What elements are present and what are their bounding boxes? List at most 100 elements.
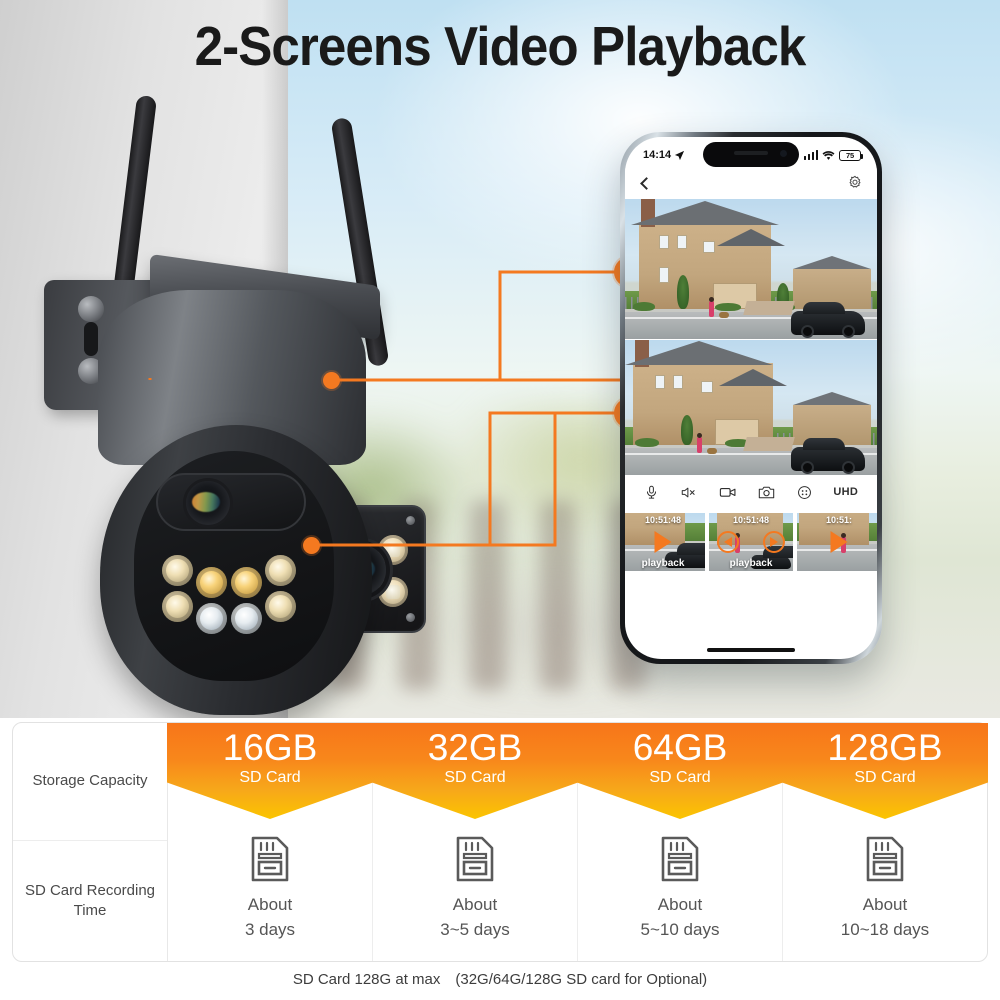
plate-screw-icon xyxy=(406,516,415,525)
lower-lens-housing xyxy=(156,473,306,531)
camera-snapshot-icon[interactable] xyxy=(758,485,775,500)
capacity-value: 16GB xyxy=(222,727,318,768)
capacity-banner: 16GB SD Card xyxy=(167,723,373,819)
upper-camera-feed[interactable] xyxy=(625,199,877,339)
resolution-dots-icon[interactable] xyxy=(797,485,812,500)
capacity-card-label: SD Card xyxy=(444,768,506,786)
table-footnote: SD Card 128G at max (32G/64G/128G SD car… xyxy=(292,971,708,988)
back-chevron-icon[interactable] xyxy=(640,176,653,190)
playback-thumbnail[interactable]: 10:51:48 playback xyxy=(625,513,705,571)
capacity-card-label: SD Card xyxy=(854,768,916,786)
row-label-storage-capacity: Storage Capacity xyxy=(13,723,167,841)
main-house xyxy=(625,340,787,445)
play-icon[interactable] xyxy=(654,531,672,553)
thumbnail-timestamp: 10:51: xyxy=(825,515,853,525)
earpiece-speaker xyxy=(734,151,768,155)
table-row-label-column: Storage Capacity SD Card Recording Time xyxy=(13,723,168,961)
camera-ptz-dome xyxy=(100,425,372,715)
capacity-value: 32GB xyxy=(427,727,523,768)
recording-duration: About 3 days xyxy=(168,893,372,942)
lower-camera-lens xyxy=(186,481,230,525)
uhd-quality-label[interactable]: UHD xyxy=(833,486,858,498)
gear-icon[interactable] xyxy=(847,175,863,191)
location-arrow-icon xyxy=(675,150,685,160)
duration-value: 3 days xyxy=(244,919,296,939)
recording-duration: About 5~10 days xyxy=(578,893,782,942)
sd-card-icon xyxy=(168,835,372,883)
smartphone-mockup: 14:14 75 UHD 10:51:48 playback 10:51:48 … xyxy=(620,132,882,664)
rewind-icon[interactable] xyxy=(717,531,739,553)
capacity-value: 64GB xyxy=(632,727,728,768)
microphone-icon[interactable] xyxy=(644,485,659,500)
person-walking xyxy=(709,297,714,317)
spotlight-led xyxy=(196,567,227,598)
security-camera xyxy=(20,94,426,715)
capacity-banner: 32GB SD Card xyxy=(372,723,578,819)
playback-control-bar: UHD xyxy=(625,475,877,509)
table-column-16gb: 16GB SD Card About 3 days xyxy=(167,723,373,961)
bracket-slot xyxy=(84,322,98,356)
sd-card-icon xyxy=(373,835,577,883)
thumbnail-timestamp: 10:51:48 xyxy=(732,515,770,525)
table-column-32gb: 32GB SD Card About 3~5 days xyxy=(372,723,578,961)
thumbnail-label: playback xyxy=(641,558,685,569)
playback-thumbnail[interactable]: 10:51: xyxy=(797,513,877,571)
storage-spec-table: Storage Capacity SD Card Recording Time … xyxy=(12,722,988,962)
duration-about: About xyxy=(452,895,498,914)
led-array xyxy=(162,551,312,656)
parked-car xyxy=(791,302,865,338)
page-title: 2-Screens Video Playback xyxy=(194,15,807,77)
duration-value: 10~18 days xyxy=(840,919,930,939)
spotlight-led xyxy=(162,555,193,586)
duration-about: About xyxy=(247,895,293,914)
spotlight-led xyxy=(196,603,227,634)
table-column-128gb: 128GB SD Card About 10~18 days xyxy=(782,723,988,961)
playback-thumbnail[interactable]: 10:51:48 playback xyxy=(709,513,793,571)
sd-card-icon xyxy=(783,835,987,883)
row-label-recording-time: SD Card Recording Time xyxy=(24,881,156,919)
main-house xyxy=(631,199,785,309)
thumbnail-label: playback xyxy=(729,558,773,569)
duration-about: About xyxy=(862,895,908,914)
front-camera-icon xyxy=(780,150,787,157)
person-walking xyxy=(697,433,702,453)
video-record-icon[interactable] xyxy=(719,485,737,499)
plate-screw-icon xyxy=(406,613,415,622)
duration-value: 5~10 days xyxy=(640,919,720,939)
battery-level-label: 75 xyxy=(846,150,854,160)
dome-face xyxy=(134,451,334,681)
duration-about: About xyxy=(657,895,703,914)
capacity-banner: 128GB SD Card xyxy=(782,723,988,819)
spotlight-led xyxy=(162,591,193,622)
wifi-icon xyxy=(822,150,835,160)
sd-card-icon xyxy=(578,835,782,883)
cellular-signal-icon xyxy=(803,150,818,160)
playback-thumbnail-strip: 10:51:48 playback 10:51:48 playback 10:5… xyxy=(625,509,877,573)
table-data-columns: 16GB SD Card About 3 days 32GB SD Card A… xyxy=(167,723,988,961)
thumbnail-timestamp: 10:51:48 xyxy=(644,515,682,525)
recording-duration: About 10~18 days xyxy=(783,893,987,942)
capacity-value: 128GB xyxy=(827,727,943,768)
fast-forward-icon[interactable] xyxy=(763,531,785,553)
play-icon[interactable] xyxy=(830,531,848,553)
spotlight-led xyxy=(265,591,296,622)
phone-screen: 14:14 75 UHD 10:51:48 playback 10:51:48 … xyxy=(625,137,877,659)
recording-duration: About 3~5 days xyxy=(373,893,577,942)
capacity-banner: 64GB SD Card xyxy=(577,723,783,819)
table-column-64gb: 64GB SD Card About 5~10 days xyxy=(577,723,783,961)
speaker-mute-icon[interactable] xyxy=(680,485,697,500)
duration-value: 3~5 days xyxy=(440,919,510,939)
lower-camera-feed[interactable] xyxy=(625,339,877,475)
home-indicator xyxy=(707,648,795,652)
dog xyxy=(719,312,729,318)
callout-dot-lower-lens xyxy=(303,537,320,554)
parked-car xyxy=(791,438,865,474)
battery-indicator: 75 xyxy=(839,149,863,161)
callout-dot-upper-lens xyxy=(323,372,340,389)
spotlight-led xyxy=(231,603,262,634)
capacity-card-label: SD Card xyxy=(239,768,301,786)
dog xyxy=(707,448,717,454)
app-nav-bar xyxy=(625,167,877,199)
hero-scene: 14:14 75 UHD 10:51:48 playback 10:51:48 … xyxy=(0,0,1000,718)
spotlight-led xyxy=(265,555,296,586)
